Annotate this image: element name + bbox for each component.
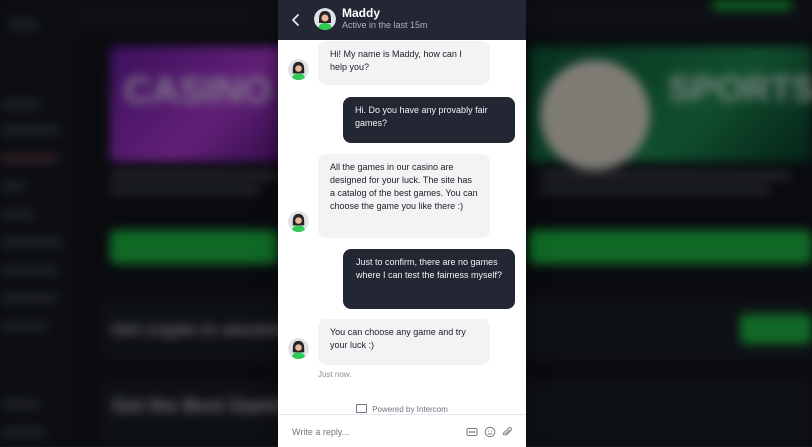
reply-composer <box>278 414 526 447</box>
chevron-left-icon <box>292 14 299 26</box>
agent-avatar <box>314 8 336 30</box>
emoji-icon[interactable] <box>484 426 496 438</box>
gif-icon[interactable] <box>466 426 478 438</box>
agent-message: You can choose any game and try your luc… <box>318 319 490 365</box>
agent-avatar <box>288 59 309 80</box>
user-message: Just to confirm, there are no games wher… <box>343 249 515 309</box>
powered-by-link[interactable]: Powered by Intercom <box>278 404 526 414</box>
chat-header: Maddy Active in the last 15m <box>278 0 526 40</box>
agent-avatar <box>288 338 309 359</box>
agent-status: Active in the last 15m <box>342 20 428 30</box>
message-timestamp: Just now. <box>318 370 352 379</box>
intercom-logo-icon <box>356 404 368 413</box>
reply-input[interactable] <box>290 423 454 441</box>
agent-message: Hi! My name is Maddy, how can I help you… <box>318 41 490 85</box>
paperclip-icon[interactable] <box>501 426 513 438</box>
user-message: Hi. Do you have any provably fair games? <box>343 97 515 143</box>
back-button[interactable] <box>286 10 306 30</box>
message-list[interactable]: Hi! My name is Maddy, how can I help you… <box>278 40 526 414</box>
agent-avatar <box>288 211 309 232</box>
agent-name: Maddy <box>342 6 381 20</box>
powered-by-text: Powered by Intercom <box>372 405 448 414</box>
chat-widget: Maddy Active in the last 15m Hi! My name… <box>278 0 526 447</box>
agent-message: All the games in our casino are designed… <box>318 154 490 238</box>
